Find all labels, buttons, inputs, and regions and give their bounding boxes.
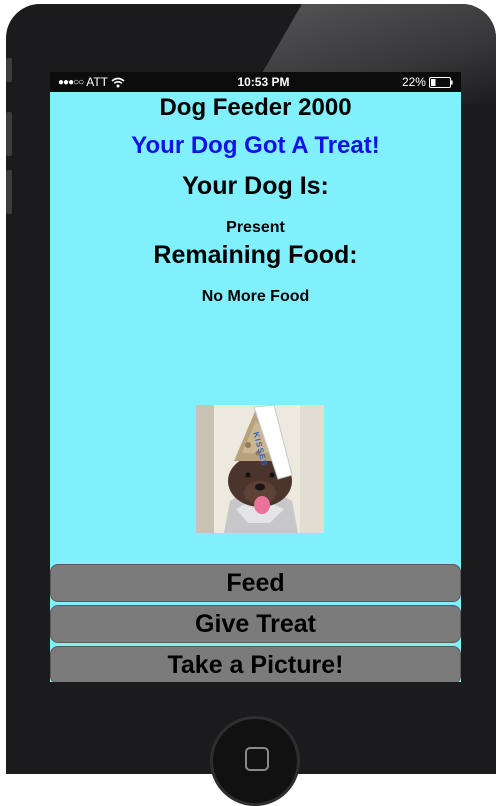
app-screen: ●●●○○ ATT 10:53 PM 22% Dog Feeder 2000 Y… <box>50 72 461 682</box>
home-button[interactable] <box>210 716 300 806</box>
dog-status-value: Present <box>226 219 285 236</box>
food-value: No More Food <box>201 288 310 305</box>
feed-button[interactable]: Feed <box>50 564 461 602</box>
app-title: Dog Feeder 2000 <box>159 94 352 121</box>
action-buttons: Feed Give Treat Take a Picture! <box>50 564 461 682</box>
take-picture-button[interactable]: Take a Picture! <box>50 646 461 682</box>
signal-strength-icon: ●●●○○ <box>58 76 84 88</box>
status-bar: ●●●○○ ATT 10:53 PM 22% <box>50 72 461 92</box>
food-heading: Remaining Food: <box>153 241 358 269</box>
status-time: 10:53 PM <box>237 75 290 89</box>
volume-down-button <box>6 170 12 214</box>
status-left: ●●●○○ ATT <box>58 75 125 89</box>
status-right: 22% <box>402 75 453 89</box>
volume-up-button <box>6 112 12 156</box>
wifi-icon <box>111 77 125 88</box>
battery-icon <box>428 76 453 88</box>
dog-photo: KISSES <box>196 405 324 533</box>
carrier-label: ATT <box>86 75 108 89</box>
give-treat-button[interactable]: Give Treat <box>50 605 461 643</box>
dog-status-heading: Your Dog Is: <box>182 172 329 200</box>
mute-switch <box>6 58 12 82</box>
home-square-icon <box>245 747 269 771</box>
treat-alert: Your Dog Got A Treat! <box>131 132 380 159</box>
dog-photo-illustration <box>196 405 324 533</box>
battery-percent: 22% <box>401 75 426 89</box>
